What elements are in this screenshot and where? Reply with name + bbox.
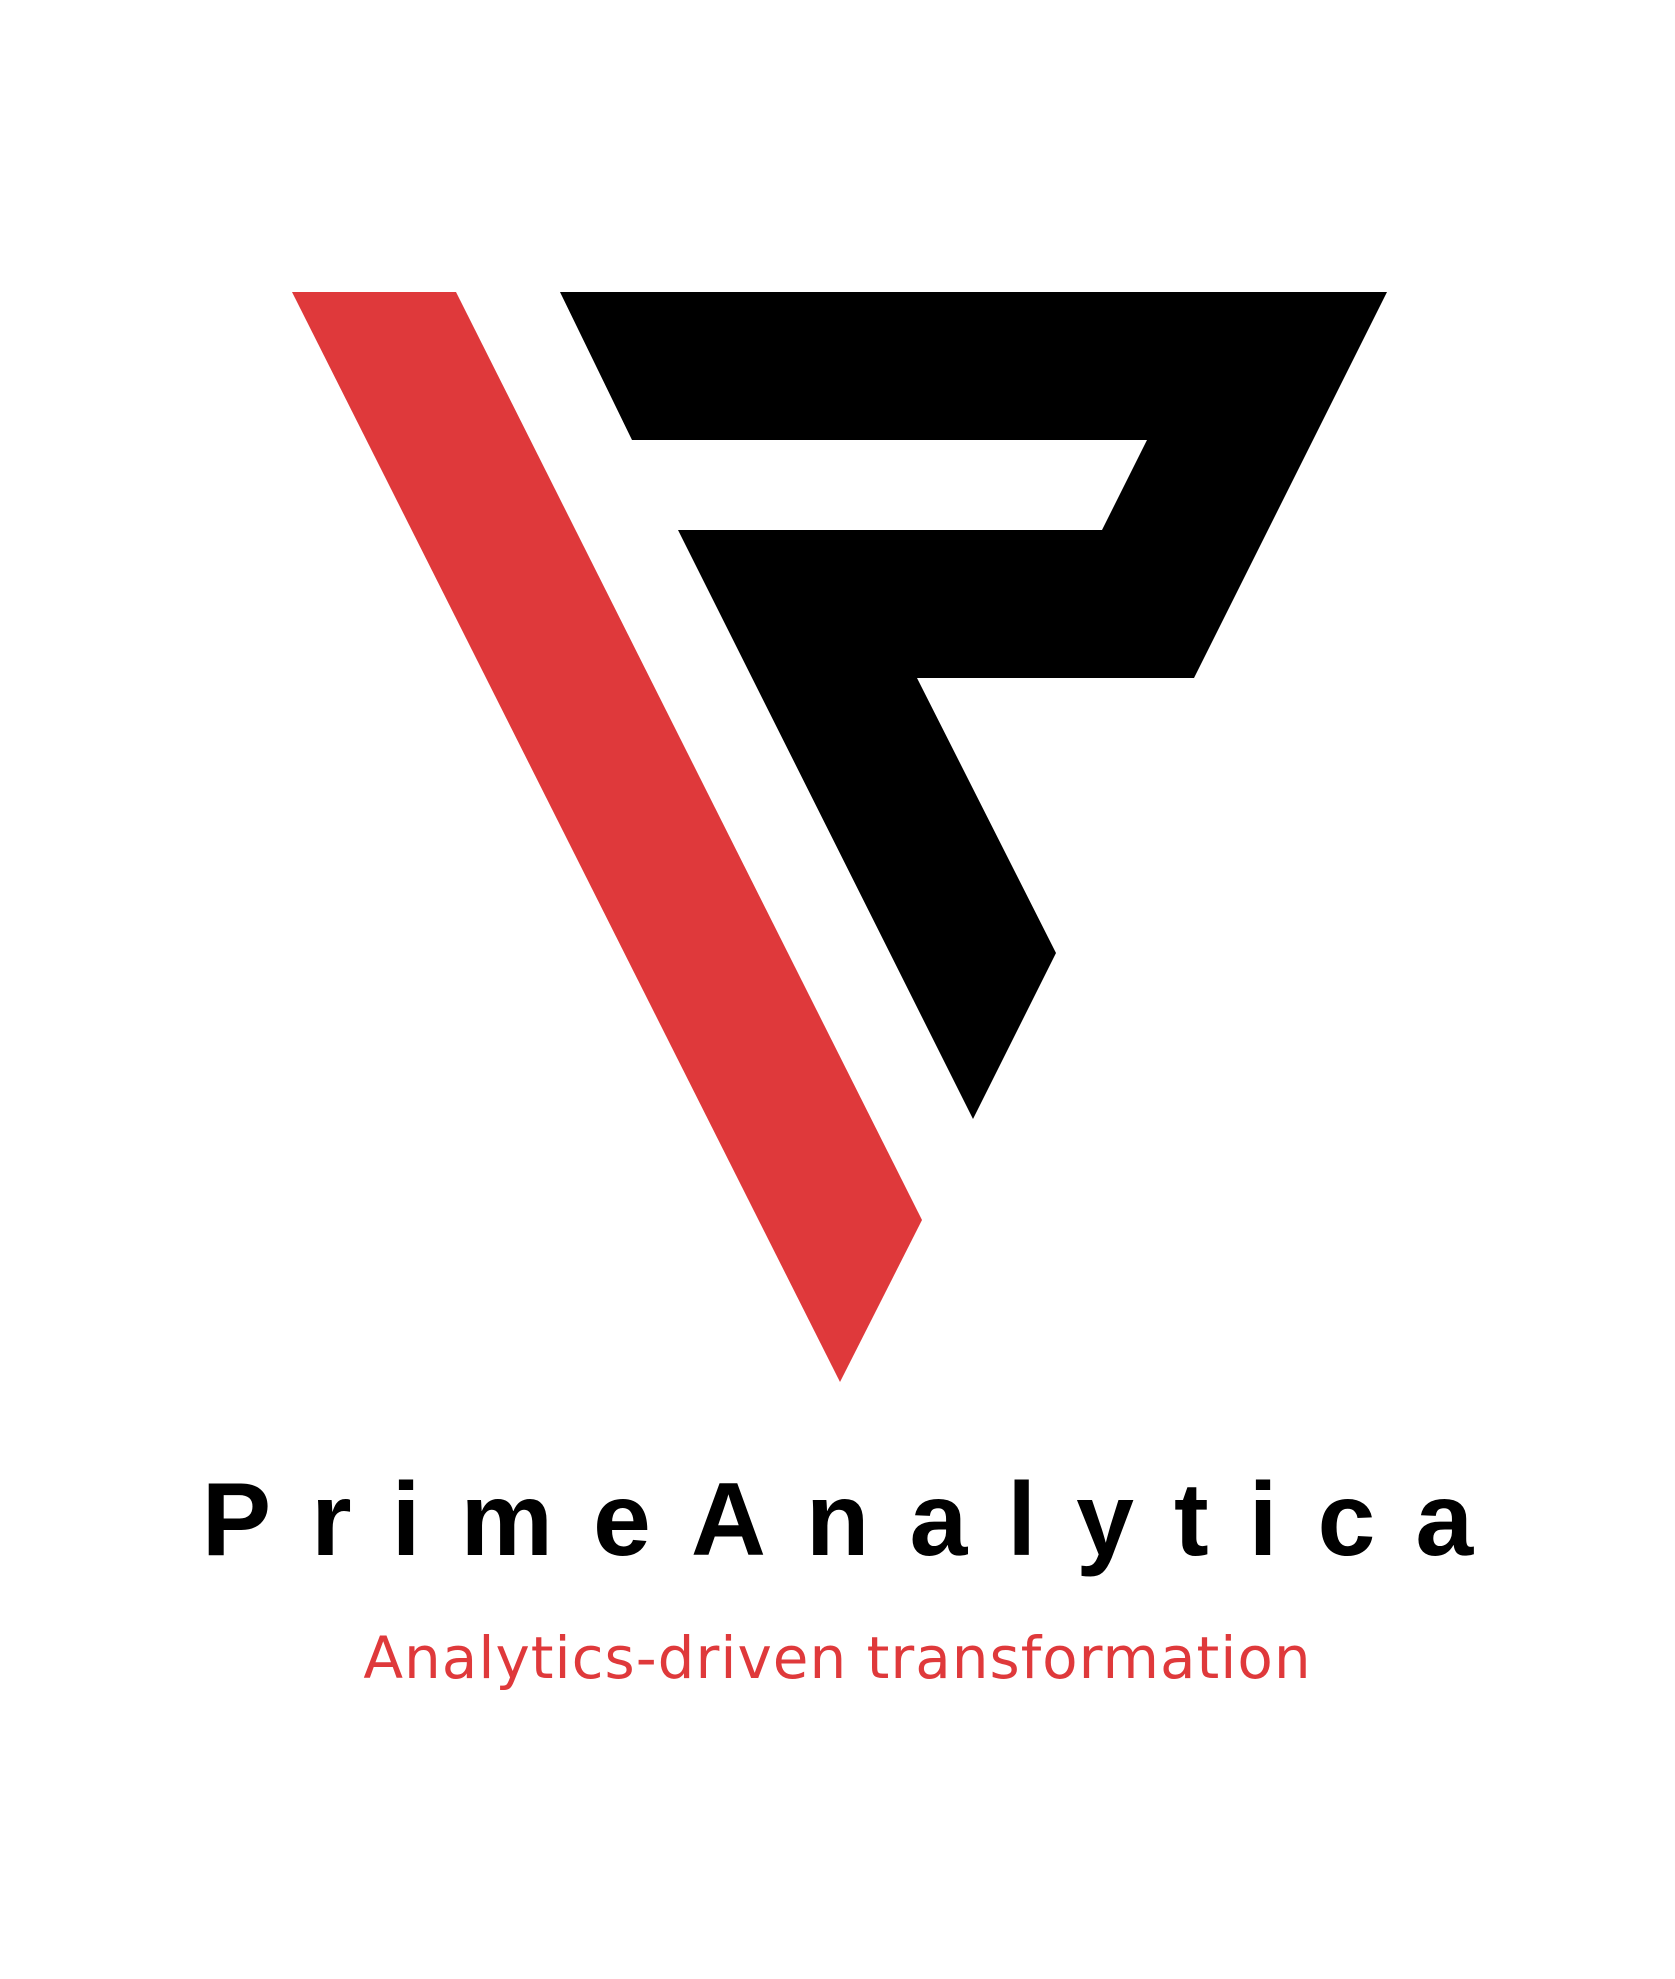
logo-red-stroke <box>292 292 922 1382</box>
brand-name: PrimeAnalytica <box>201 1462 1514 1578</box>
wordmark: PrimeAnalytica Analytics-driven transfor… <box>0 1450 1675 1698</box>
logo-page: { "brand": { "name": "PrimeAnalytica", "… <box>0 0 1675 1979</box>
brand-tagline: Analytics-driven transformation <box>363 1624 1312 1692</box>
